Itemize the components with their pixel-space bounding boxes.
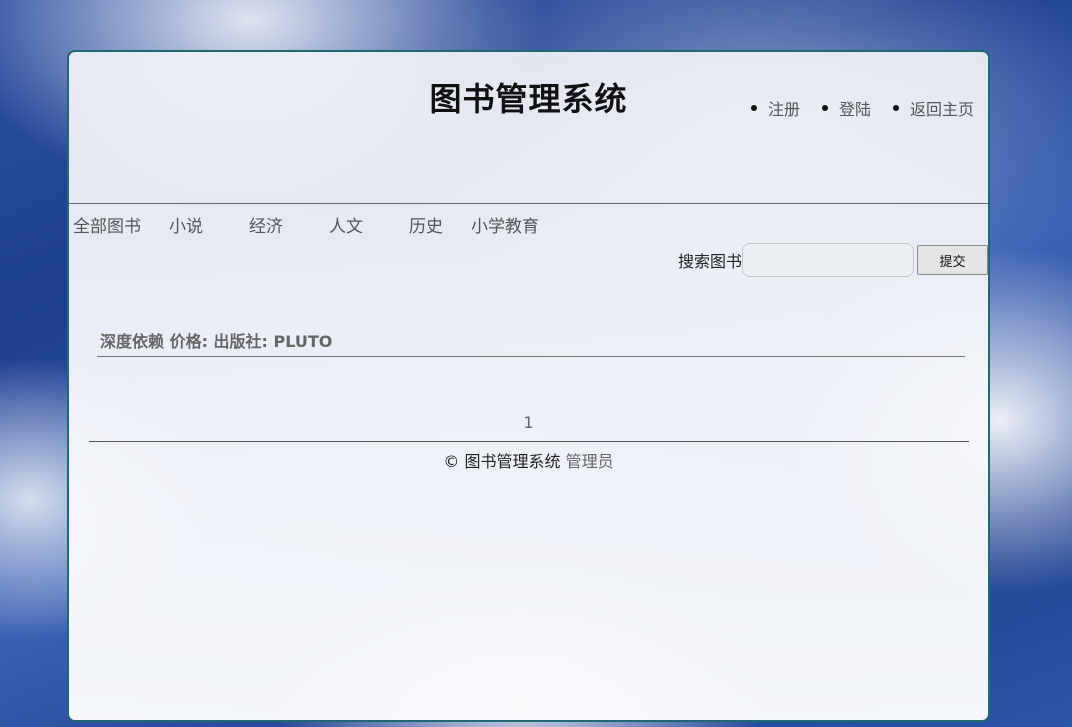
- copyright-text: © 图书管理系统: [443, 452, 561, 471]
- top-nav: 注册 登陆 返回主页: [729, 96, 974, 120]
- register-link[interactable]: 注册: [768, 96, 800, 120]
- login-link[interactable]: 登陆: [839, 96, 871, 120]
- footer: © 图书管理系统 管理员: [69, 448, 988, 472]
- category-all[interactable]: 全部图书: [73, 212, 169, 237]
- home-link[interactable]: 返回主页: [910, 96, 974, 120]
- submit-button[interactable]: 提交: [917, 245, 988, 275]
- category-economy[interactable]: 经济: [249, 212, 329, 237]
- footer-divider: [89, 441, 969, 442]
- search-bar: 搜索图书 提交: [678, 243, 988, 277]
- category-history[interactable]: 历史: [409, 212, 471, 237]
- pagination: 1: [69, 413, 988, 432]
- page-number[interactable]: 1: [523, 413, 533, 432]
- nav-item-register: 注册: [750, 96, 800, 120]
- category-novel[interactable]: 小说: [169, 212, 249, 237]
- list-item[interactable]: 深度依赖 价格: 出版社: PLUTO: [97, 326, 965, 357]
- search-input[interactable]: [742, 243, 914, 277]
- category-humanities[interactable]: 人文: [329, 212, 409, 237]
- nav-item-home: 返回主页: [892, 96, 974, 120]
- search-label: 搜索图书: [677, 252, 742, 271]
- category-primary-education[interactable]: 小学教育: [471, 212, 539, 237]
- book-info: 深度依赖 价格: 出版社: PLUTO: [100, 332, 333, 351]
- nav-item-login: 登陆: [821, 96, 871, 120]
- bullet-icon: [750, 105, 757, 111]
- category-nav: 全部图书 小说 经济 人文 历史 小学教育: [73, 212, 539, 237]
- bullet-icon: [892, 105, 899, 111]
- header-divider: [69, 203, 988, 204]
- bullet-icon: [821, 105, 828, 111]
- main-panel: 图书管理系统 注册 登陆 返回主页 全部图书 小说 经济 人文 历史 小学教育 …: [67, 50, 990, 722]
- admin-link[interactable]: 管理员: [566, 452, 614, 471]
